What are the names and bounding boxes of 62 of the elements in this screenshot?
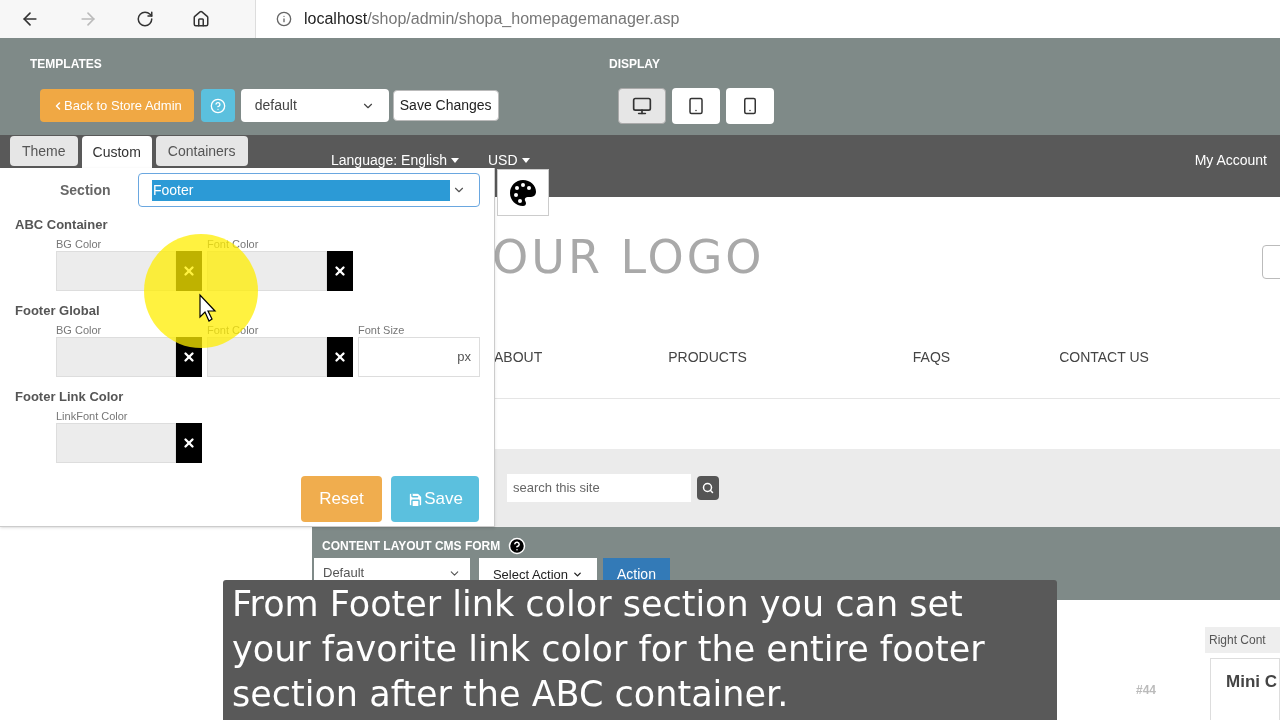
- palette-button[interactable]: [497, 169, 549, 216]
- url-text: localhost/shop/admin/shopa_homepagemanager.asp: [304, 9, 680, 29]
- caret-icon: [451, 158, 459, 163]
- color-field[interactable]: [56, 423, 176, 463]
- template-select[interactable]: default: [240, 89, 389, 122]
- save-changes-button[interactable]: Save Changes: [392, 90, 499, 121]
- nav-link[interactable]: CONTACT US: [1059, 347, 1149, 368]
- group-title: ABC Container: [15, 216, 109, 231]
- account-link[interactable]: My Account: [1194, 150, 1267, 171]
- reload-icon[interactable]: [136, 10, 154, 28]
- field-label: Font Size: [358, 323, 406, 337]
- nav-link[interactable]: FAQS: [912, 347, 951, 368]
- info-icon: [276, 11, 292, 27]
- help-button[interactable]: [200, 89, 235, 122]
- container-number: #44: [1136, 682, 1157, 699]
- display-mode-button[interactable]: [618, 88, 666, 124]
- section-title: TEMPLATES: [30, 56, 103, 69]
- currency-menu[interactable]: USD: [488, 150, 530, 171]
- field-label: LinkFont Color: [56, 409, 129, 423]
- group-title: Footer Global: [15, 302, 101, 317]
- close-icon: [182, 436, 196, 450]
- selected-option: Footer: [152, 179, 450, 201]
- display-mode-button[interactable]: [726, 88, 774, 124]
- language-menu[interactable]: Language: English: [331, 150, 459, 171]
- cms-form-title: CONTENT LAYOUT CMS FORM: [322, 538, 501, 555]
- search-button[interactable]: [697, 476, 719, 500]
- panel-tab[interactable]: Custom: [81, 136, 152, 168]
- close-icon: [333, 264, 347, 278]
- monitor-icon: [632, 96, 652, 116]
- close-icon: [333, 350, 347, 364]
- home-icon[interactable]: [192, 10, 210, 28]
- logo-text: OUR LOGO: [492, 228, 765, 286]
- nav-link[interactable]: PRODUCTS: [668, 347, 747, 368]
- address-field[interactable]: localhost/shop/admin/shopa_homepagemanager.asp: [255, 0, 1280, 38]
- field-label: BG Color: [56, 237, 103, 251]
- unit-label: px: [457, 348, 471, 367]
- close-icon: [182, 350, 196, 364]
- color-field[interactable]: [207, 337, 327, 377]
- section-title: DISPLAY: [609, 56, 661, 69]
- chevron-icon: [572, 569, 584, 580]
- display-mode-button[interactable]: [672, 88, 720, 124]
- nav-link[interactable]: ABOUT: [494, 347, 543, 368]
- help-icon[interactable]: [508, 537, 527, 555]
- clear-button[interactable]: [327, 337, 353, 377]
- search-field[interactable]: search this site: [507, 474, 691, 502]
- tablet-icon: [687, 97, 705, 115]
- clear-button[interactable]: [327, 251, 353, 291]
- palette-icon: [508, 177, 538, 208]
- color-field[interactable]: [56, 337, 176, 377]
- caret-icon: [521, 158, 530, 163]
- container-tab[interactable]: Right Cont: [1205, 627, 1280, 653]
- search-icon: [702, 482, 714, 494]
- font-size-field[interactable]: px: [358, 337, 480, 377]
- group-title: Footer Link Color: [15, 388, 125, 403]
- section-label: Section: [60, 180, 112, 200]
- panel-tab[interactable]: Theme: [10, 136, 78, 166]
- phone-icon: [741, 97, 759, 115]
- help-icon: [209, 97, 226, 114]
- field-label: BG Color: [56, 323, 103, 337]
- clear-button[interactable]: [176, 423, 202, 463]
- panel-tab[interactable]: Containers: [155, 136, 248, 166]
- card-title: Mini C: [1226, 672, 1277, 691]
